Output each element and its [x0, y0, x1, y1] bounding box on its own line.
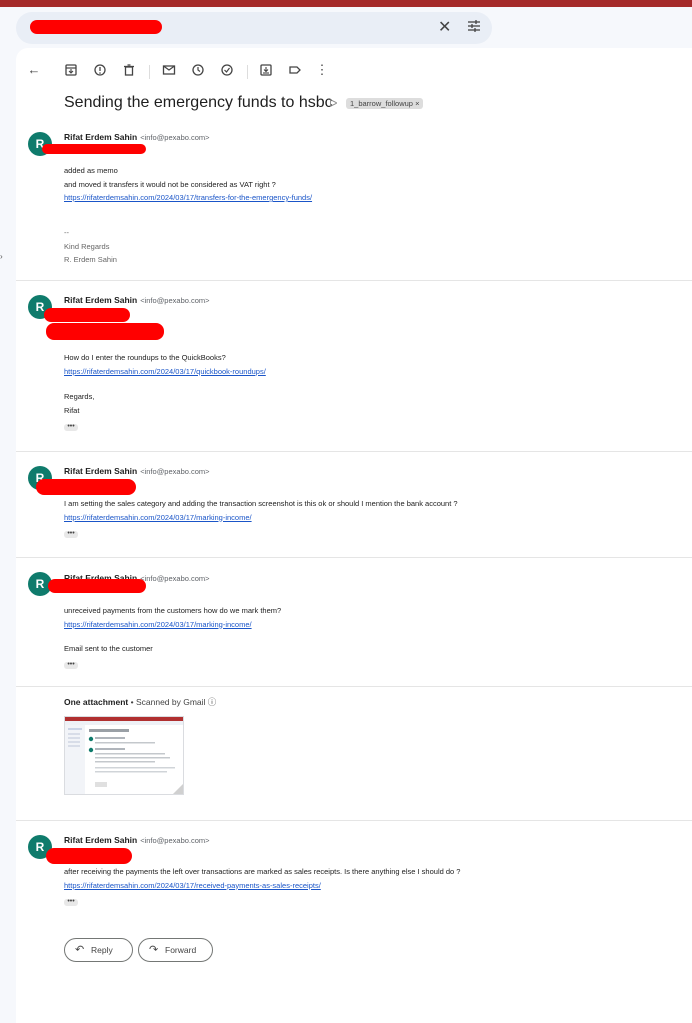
- sender-name: Rifat Erdem Sahin: [64, 835, 138, 845]
- add-task-icon[interactable]: [217, 60, 237, 80]
- sender-email: <info@pexabo.com>: [140, 467, 210, 476]
- archive-icon[interactable]: [61, 60, 81, 80]
- sender-email: <info@pexabo.com>: [140, 574, 210, 583]
- attachment-preview-image: [65, 717, 183, 794]
- snooze-icon[interactable]: [188, 60, 208, 80]
- message-divider: [16, 557, 692, 558]
- sender-line: Rifat Erdem Sahin <info@pexabo.com>: [64, 466, 210, 476]
- sender-line: Rifat Erdem Sahin <info@pexabo.com>: [64, 132, 210, 142]
- side-marker-icon: ›: [0, 252, 3, 261]
- signature-line: Kind Regards: [64, 241, 110, 251]
- reply-button[interactable]: ↶ Reply: [64, 938, 133, 962]
- message-body: How do I enter the roundups to the Quick…: [64, 351, 266, 378]
- info-icon[interactable]: ⓘ: [208, 697, 217, 707]
- mail-panel: ← ⋮ Sending the emergency funds to hsbc …: [16, 48, 692, 1023]
- label-icon[interactable]: [285, 60, 305, 80]
- toolbar-divider: [247, 65, 248, 79]
- sender-line: Rifat Erdem Sahin <info@pexabo.com>: [64, 835, 210, 845]
- redacted-recipient: [42, 144, 146, 154]
- message-body: unreceived payments from the customers h…: [64, 604, 281, 631]
- reply-icon: ↶: [75, 944, 85, 956]
- body-link[interactable]: https://rifaterdemsahin.com/2024/03/17/t…: [64, 191, 312, 205]
- close-icon[interactable]: ✕: [438, 19, 451, 37]
- search-bar[interactable]: ✕: [16, 12, 492, 44]
- show-trimmed-button[interactable]: •••: [64, 898, 78, 906]
- forward-icon: ↷: [149, 944, 159, 956]
- attachment-title: One attachment: [64, 697, 129, 707]
- report-spam-icon[interactable]: [90, 60, 110, 80]
- sender-email: <info@pexabo.com>: [140, 836, 210, 845]
- message-body: added as memo and moved it transfers it …: [64, 164, 312, 205]
- body-link[interactable]: https://rifaterdemsahin.com/2024/03/17/q…: [64, 365, 266, 379]
- body-line: I am setting the sales category and addi…: [64, 499, 458, 508]
- move-to-icon[interactable]: [256, 60, 276, 80]
- body-link[interactable]: https://rifaterdemsahin.com/2024/03/17/m…: [64, 618, 281, 632]
- attachment-divider: [16, 686, 692, 687]
- redacted-recipient: [44, 308, 130, 322]
- closing: Regards, Rifat: [64, 390, 94, 417]
- redacted-search-text: [30, 20, 162, 34]
- show-trimmed-button[interactable]: •••: [64, 661, 78, 669]
- body-link[interactable]: https://rifaterdemsahin.com/2024/03/17/m…: [64, 511, 458, 525]
- closing-line: Regards,: [64, 392, 95, 401]
- message-divider: [16, 280, 692, 281]
- sender-email: <info@pexabo.com>: [140, 296, 210, 305]
- redacted-recipient: [36, 479, 136, 495]
- label-remove-icon[interactable]: ×: [415, 99, 419, 108]
- forward-button[interactable]: ↷ Forward: [138, 938, 213, 962]
- redacted-recipient: [46, 323, 164, 340]
- delete-icon[interactable]: [119, 60, 139, 80]
- reply-label: Reply: [91, 945, 113, 955]
- message-body: after receiving the payments the left ov…: [64, 865, 460, 892]
- body-line: after receiving the payments the left ov…: [64, 867, 461, 876]
- thread-label-text: 1_barrow_followup: [350, 99, 413, 108]
- redacted-recipient: [46, 848, 132, 864]
- forward-label: Forward: [165, 945, 197, 955]
- more-vert-icon[interactable]: ⋮: [312, 60, 332, 80]
- attachment-header: One attachment • Scanned by Gmail ⓘ: [64, 696, 216, 708]
- signature: -- Kind Regards R. Erdem Sahin: [64, 226, 117, 267]
- toolbar: ← ⋮: [16, 56, 692, 84]
- body-line: How do I enter the roundups to the Quick…: [64, 353, 226, 362]
- back-arrow-icon[interactable]: ←: [24, 60, 44, 80]
- body-line: and moved it transfers it would not be c…: [64, 179, 276, 189]
- importance-marker-icon[interactable]: ᐅ: [329, 97, 337, 110]
- attachment-thumbnail[interactable]: [64, 716, 184, 795]
- window-top-bar: [0, 0, 692, 7]
- extra-text: Email sent to the customer: [64, 644, 153, 653]
- thread-subject: Sending the emergency funds to hsbc: [64, 94, 333, 111]
- sender-email: <info@pexabo.com>: [140, 133, 210, 142]
- toolbar-divider: [149, 65, 150, 79]
- tune-icon[interactable]: [467, 19, 481, 38]
- message-divider: [16, 451, 692, 452]
- signature-line: R. Erdem Sahin: [64, 255, 117, 264]
- redacted-recipient: [48, 579, 146, 593]
- thread-label-chip[interactable]: 1_barrow_followup ×: [346, 98, 424, 109]
- sender-line: Rifat Erdem Sahin <info@pexabo.com>: [64, 295, 210, 305]
- sender-name: Rifat Erdem Sahin: [64, 295, 138, 305]
- message-divider: [16, 820, 692, 821]
- show-trimmed-button[interactable]: •••: [64, 530, 78, 538]
- scanned-note: • Scanned by Gmail: [130, 697, 206, 707]
- signature-line: --: [64, 228, 69, 237]
- sender-name: Rifat Erdem Sahin: [64, 132, 138, 142]
- mark-unread-icon[interactable]: [159, 60, 179, 80]
- body-link[interactable]: https://rifaterdemsahin.com/2024/03/17/r…: [64, 879, 460, 893]
- message-body: I am setting the sales category and addi…: [64, 497, 458, 524]
- body-line: added as memo: [64, 166, 118, 175]
- sender-name: Rifat Erdem Sahin: [64, 466, 138, 476]
- body-line: unreceived payments from the customers h…: [64, 606, 282, 615]
- closing-line: Rifat: [64, 405, 80, 415]
- show-trimmed-button[interactable]: •••: [64, 423, 78, 431]
